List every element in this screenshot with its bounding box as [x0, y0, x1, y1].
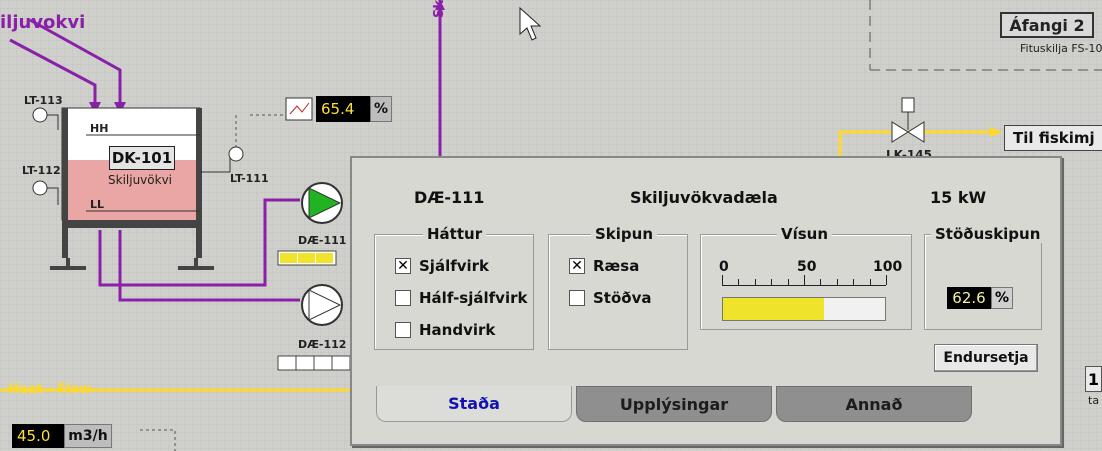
- indication-bar-fill: [723, 298, 825, 320]
- command-group-title: Skipun: [591, 225, 658, 243]
- tab-other[interactable]: Annað: [776, 386, 972, 422]
- pump-dae112-graphic: [301, 284, 343, 326]
- setpoint-value[interactable]: 62.6: [947, 287, 991, 309]
- mode-manual-checkbox[interactable]: [395, 322, 411, 338]
- level-readout-unit: %: [370, 96, 392, 122]
- mode-auto-checkbox[interactable]: ✕: [395, 258, 411, 274]
- command-start-label: Ræsa: [593, 257, 640, 275]
- pump-faceplate-dialog: DÆ-111 Skiljuvökvadæla 15 kW Háttur ✕ Sj…: [350, 156, 1062, 446]
- scale-ticks: [722, 275, 887, 285]
- mode-semi-auto-label: Hálf-sjálfvirk: [419, 289, 528, 307]
- mode-option-auto[interactable]: ✕ Sjálfvirk: [395, 257, 489, 275]
- scale-tick: [722, 275, 723, 285]
- lt112-tag[interactable]: LT-112: [22, 164, 61, 177]
- inlet-label: iljuvokvi: [0, 12, 86, 33]
- tab-information[interactable]: Upplýsingar: [576, 386, 772, 422]
- mode-option-semi-auto[interactable]: Hálf-sjálfvirk: [395, 289, 527, 307]
- feed-label: Heat - Flow: [8, 382, 92, 397]
- faceplate-tag: DÆ-111: [414, 188, 485, 207]
- level-low-marker: LL: [90, 198, 105, 211]
- setpoint-unit: %: [991, 287, 1013, 309]
- pipe-vertical-label: Sk: [432, 0, 447, 19]
- mode-manual-label: Handvirk: [419, 321, 496, 339]
- command-start-checkbox[interactable]: ✕: [569, 258, 585, 274]
- indication-group: Vísun 0 50 100: [700, 225, 912, 330]
- setpoint-group: Stöðuskipun 62.6 %: [924, 225, 1045, 330]
- setpoint-group-title: Stöðuskipun: [931, 225, 1045, 243]
- pump-dae111-tag[interactable]: DÆ-111: [298, 234, 346, 247]
- scale-tick: [820, 279, 822, 285]
- command-group: Skipun ✕ Ræsa Stöðva: [548, 225, 688, 350]
- scale-tick: [804, 275, 805, 285]
- scale-tick: [853, 279, 855, 285]
- flow-readout-unit: m3/h: [64, 424, 112, 448]
- mode-option-manual[interactable]: Handvirk: [395, 321, 495, 339]
- mode-semi-auto-checkbox[interactable]: [395, 290, 411, 306]
- faceplate-power: 15 kW: [930, 188, 987, 207]
- level-readout-value[interactable]: 65.4: [316, 96, 370, 122]
- indication-group-title: Vísun: [777, 225, 833, 243]
- scale-tick: [836, 279, 838, 285]
- mode-auto-label: Sjálfvirk: [419, 257, 490, 275]
- mode-group: Háttur ✕ Sjálfvirk Hálf-sjálfvirk Handvi…: [374, 225, 534, 350]
- indication-bar: [722, 297, 886, 321]
- scale-max-label: 100: [873, 259, 903, 275]
- command-option-start[interactable]: ✕ Ræsa: [569, 257, 639, 275]
- faceplate-tabs: Staða Upplýsingar Annað: [376, 386, 972, 422]
- tab-status[interactable]: Staða: [376, 386, 572, 422]
- scale-tick: [886, 275, 887, 285]
- stage-title: Áfangi 2: [1000, 12, 1094, 38]
- destination-label[interactable]: Til fiskimj: [1004, 125, 1102, 151]
- scale-axis: [722, 285, 886, 286]
- scale-tick: [738, 279, 740, 285]
- scale-tick: [754, 279, 756, 285]
- flow-readout-value[interactable]: 45.0: [12, 424, 64, 448]
- tank-name-label[interactable]: DK-101: [109, 146, 175, 170]
- pump-dae112-tag[interactable]: DÆ-112: [298, 338, 346, 351]
- scale-mid-label: 50: [797, 259, 817, 275]
- command-stop-checkbox[interactable]: [569, 290, 585, 306]
- scale-tick: [787, 279, 789, 285]
- reset-button[interactable]: Endursetja: [934, 344, 1038, 372]
- right-edge-text: ta: [1088, 394, 1100, 407]
- stage-subtitle: Fituskilja FS-102: [1020, 42, 1102, 55]
- right-edge-box[interactable]: 1: [1085, 366, 1102, 392]
- scale-tick: [869, 279, 871, 285]
- scale-tick: [771, 279, 773, 285]
- command-stop-label: Stöðva: [593, 289, 652, 307]
- tank-content-label: Skiljuvökvi: [108, 173, 173, 187]
- command-option-stop[interactable]: Stöðva: [569, 289, 651, 307]
- faceplate-description: Skiljuvökvadæla: [630, 188, 778, 207]
- mode-group-title: Háttur: [423, 225, 487, 243]
- level-high-marker: HH: [90, 122, 109, 135]
- pump-dae111-graphic: [301, 182, 343, 224]
- lt111-tag[interactable]: LT-111: [230, 172, 269, 185]
- scale-min-label: 0: [719, 259, 729, 275]
- lt113-tag[interactable]: LT-113: [24, 94, 63, 107]
